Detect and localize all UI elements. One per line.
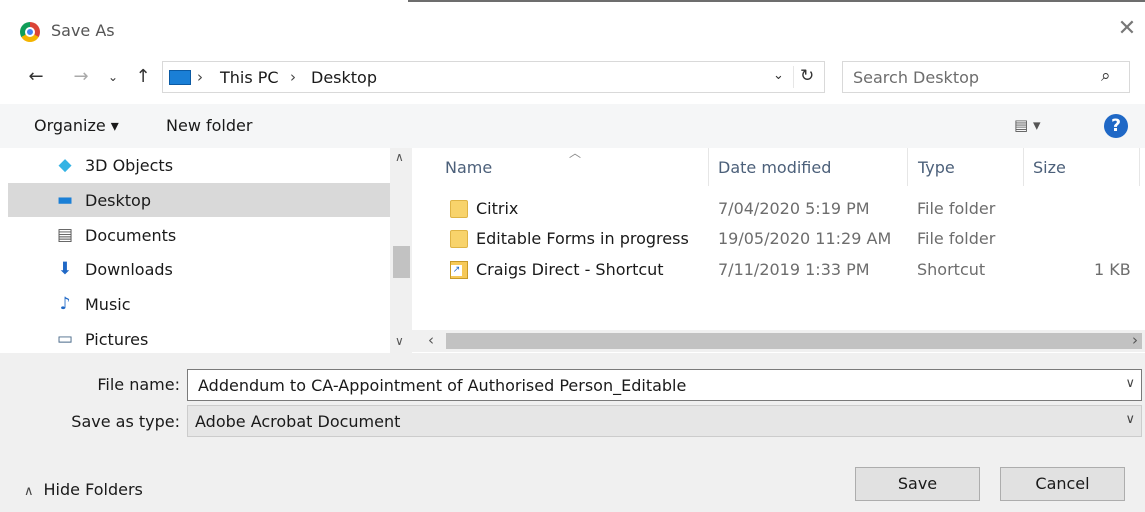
- sidebar-item-desktop[interactable]: ▬ Desktop: [8, 183, 390, 217]
- refresh-icon[interactable]: ↻: [800, 66, 814, 86]
- file-date: 19/05/2020 11:29 AM: [718, 229, 892, 248]
- file-name: Craigs Direct - Shortcut: [476, 260, 664, 279]
- address-bar[interactable]: › This PC › Desktop ⌄ ↻: [162, 61, 825, 93]
- save-form: File name: Addendum to CA-Appointment of…: [0, 353, 1145, 512]
- address-divider: [793, 66, 794, 88]
- chrome-logo-icon: [20, 22, 40, 42]
- sidebar-item-label: Documents: [85, 226, 177, 245]
- navigation-bar: ← → ⌄ ↑ › This PC › Desktop ⌄ ↻ Search D…: [0, 58, 1145, 96]
- sort-ascending-icon: ︿: [569, 146, 582, 160]
- title-bar: Save As ✕: [0, 2, 1145, 52]
- file-name-input[interactable]: Addendum to CA-Appointment of Authorised…: [187, 369, 1142, 401]
- view-options-icon[interactable]: ▤ ▾: [1014, 116, 1040, 134]
- shortcut-icon: [450, 261, 468, 279]
- new-folder-button[interactable]: New folder: [166, 116, 252, 135]
- sidebar-item-documents[interactable]: ▤ Documents: [8, 218, 390, 252]
- chevron-right-icon[interactable]: ›: [197, 68, 203, 86]
- file-list-horizontal-scrollbar[interactable]: ‹ ›: [412, 330, 1145, 352]
- column-divider[interactable]: [708, 148, 709, 186]
- column-divider[interactable]: [1023, 148, 1024, 186]
- save-button[interactable]: Save: [855, 467, 980, 501]
- sidebar-item-label: Music: [85, 295, 131, 314]
- breadcrumb-desktop[interactable]: Desktop: [311, 68, 377, 87]
- computer-icon: [169, 70, 191, 85]
- save-type-select[interactable]: Adobe Acrobat Document ∨: [187, 405, 1142, 437]
- file-name: Citrix: [476, 199, 519, 218]
- window-title: Save As: [51, 21, 115, 40]
- organize-button[interactable]: Organize ▾: [34, 116, 119, 135]
- chevron-down-icon[interactable]: ∨: [1125, 412, 1135, 427]
- chevron-down-icon[interactable]: ∨: [1125, 376, 1135, 391]
- picture-icon: ▭: [56, 329, 74, 349]
- sidebar-item-label: Downloads: [85, 260, 173, 279]
- sidebar-item-label: Desktop: [85, 191, 151, 210]
- navigation-pane-scrollbar[interactable]: ∧ ∨: [390, 148, 412, 353]
- file-type: File folder: [917, 199, 996, 218]
- scroll-down-icon[interactable]: ∨: [395, 334, 404, 348]
- sidebar-item-downloads[interactable]: ⬇ Downloads: [8, 252, 390, 286]
- save-as-dialog: Save As ✕ ← → ⌄ ↑ › This PC › Desktop ⌄ …: [0, 0, 1145, 512]
- file-list: ︿ Name Date modified Type Size Citrix 7/…: [412, 146, 1145, 353]
- hide-folders-toggle[interactable]: ∧ Hide Folders: [24, 480, 143, 499]
- file-size: 1 KB: [1094, 260, 1131, 279]
- sidebar-item-pictures[interactable]: ▭ Pictures: [8, 322, 390, 356]
- file-row-citrix[interactable]: Citrix 7/04/2020 5:19 PM File folder: [444, 194, 1144, 224]
- column-header-name[interactable]: Name: [445, 158, 492, 177]
- file-type: File folder: [917, 229, 996, 248]
- file-date: 7/04/2020 5:19 PM: [718, 199, 870, 218]
- cancel-button[interactable]: Cancel: [1000, 467, 1125, 501]
- file-row-craigs-direct[interactable]: Craigs Direct - Shortcut 7/11/2019 1:33 …: [444, 255, 1144, 285]
- cube-icon: ◆: [58, 155, 72, 175]
- scroll-up-icon[interactable]: ∧: [395, 150, 404, 164]
- chevron-right-icon[interactable]: ›: [290, 68, 296, 86]
- music-icon: ♪: [59, 294, 71, 314]
- scrollbar-thumb[interactable]: [446, 333, 1142, 349]
- column-divider[interactable]: [1139, 148, 1140, 186]
- recent-locations-chevron-icon[interactable]: ⌄: [106, 66, 120, 88]
- search-box[interactable]: Search Desktop ⌕: [842, 61, 1130, 93]
- breadcrumb-this-pc[interactable]: This PC: [220, 68, 279, 87]
- help-icon[interactable]: ?: [1104, 114, 1128, 138]
- file-name-label: File name:: [97, 375, 180, 394]
- search-placeholder[interactable]: Search Desktop: [853, 68, 979, 87]
- file-type: Shortcut: [917, 260, 986, 279]
- document-icon: ▤: [56, 225, 74, 245]
- download-icon: ⬇: [57, 259, 73, 279]
- chevron-up-icon: ∧: [24, 484, 34, 499]
- up-arrow-icon[interactable]: ↑: [132, 66, 154, 88]
- hide-folders-label: Hide Folders: [43, 480, 143, 499]
- folder-icon: [450, 230, 468, 248]
- file-name-value[interactable]: Addendum to CA-Appointment of Authorised…: [198, 376, 686, 395]
- sidebar-item-label: Pictures: [85, 330, 149, 349]
- command-toolbar: Organize ▾ New folder ▤ ▾ ?: [0, 104, 1145, 148]
- folder-icon: [450, 200, 468, 218]
- scroll-right-icon[interactable]: ›: [1132, 331, 1138, 349]
- sidebar-item-music[interactable]: ♪ Music: [8, 287, 390, 321]
- file-row-editable-forms[interactable]: Editable Forms in progress 19/05/2020 11…: [444, 224, 1144, 254]
- address-dropdown-icon[interactable]: ⌄: [773, 68, 784, 83]
- save-type-label: Save as type:: [71, 412, 180, 431]
- search-icon[interactable]: ⌕: [1101, 66, 1111, 86]
- column-header-type[interactable]: Type: [918, 158, 955, 177]
- column-header-size[interactable]: Size: [1033, 158, 1066, 177]
- desktop-icon: ▬: [56, 190, 74, 210]
- save-type-value[interactable]: Adobe Acrobat Document: [195, 412, 400, 431]
- sidebar-item-3d-objects[interactable]: ◆ 3D Objects: [8, 148, 390, 182]
- scroll-left-icon[interactable]: ‹: [428, 331, 434, 349]
- file-name: Editable Forms in progress: [476, 229, 689, 248]
- sidebar-item-label: 3D Objects: [85, 156, 174, 175]
- column-header-date-modified[interactable]: Date modified: [718, 158, 831, 177]
- back-arrow-icon[interactable]: ←: [24, 66, 48, 88]
- file-date: 7/11/2019 1:33 PM: [718, 260, 870, 279]
- column-divider[interactable]: [907, 148, 908, 186]
- scrollbar-thumb[interactable]: [393, 246, 410, 278]
- close-icon[interactable]: ✕: [1116, 18, 1138, 40]
- navigation-pane: ◆ 3D Objects ▬ Desktop ▤ Documents ⬇ Dow…: [0, 148, 412, 353]
- forward-arrow-icon[interactable]: →: [70, 66, 92, 88]
